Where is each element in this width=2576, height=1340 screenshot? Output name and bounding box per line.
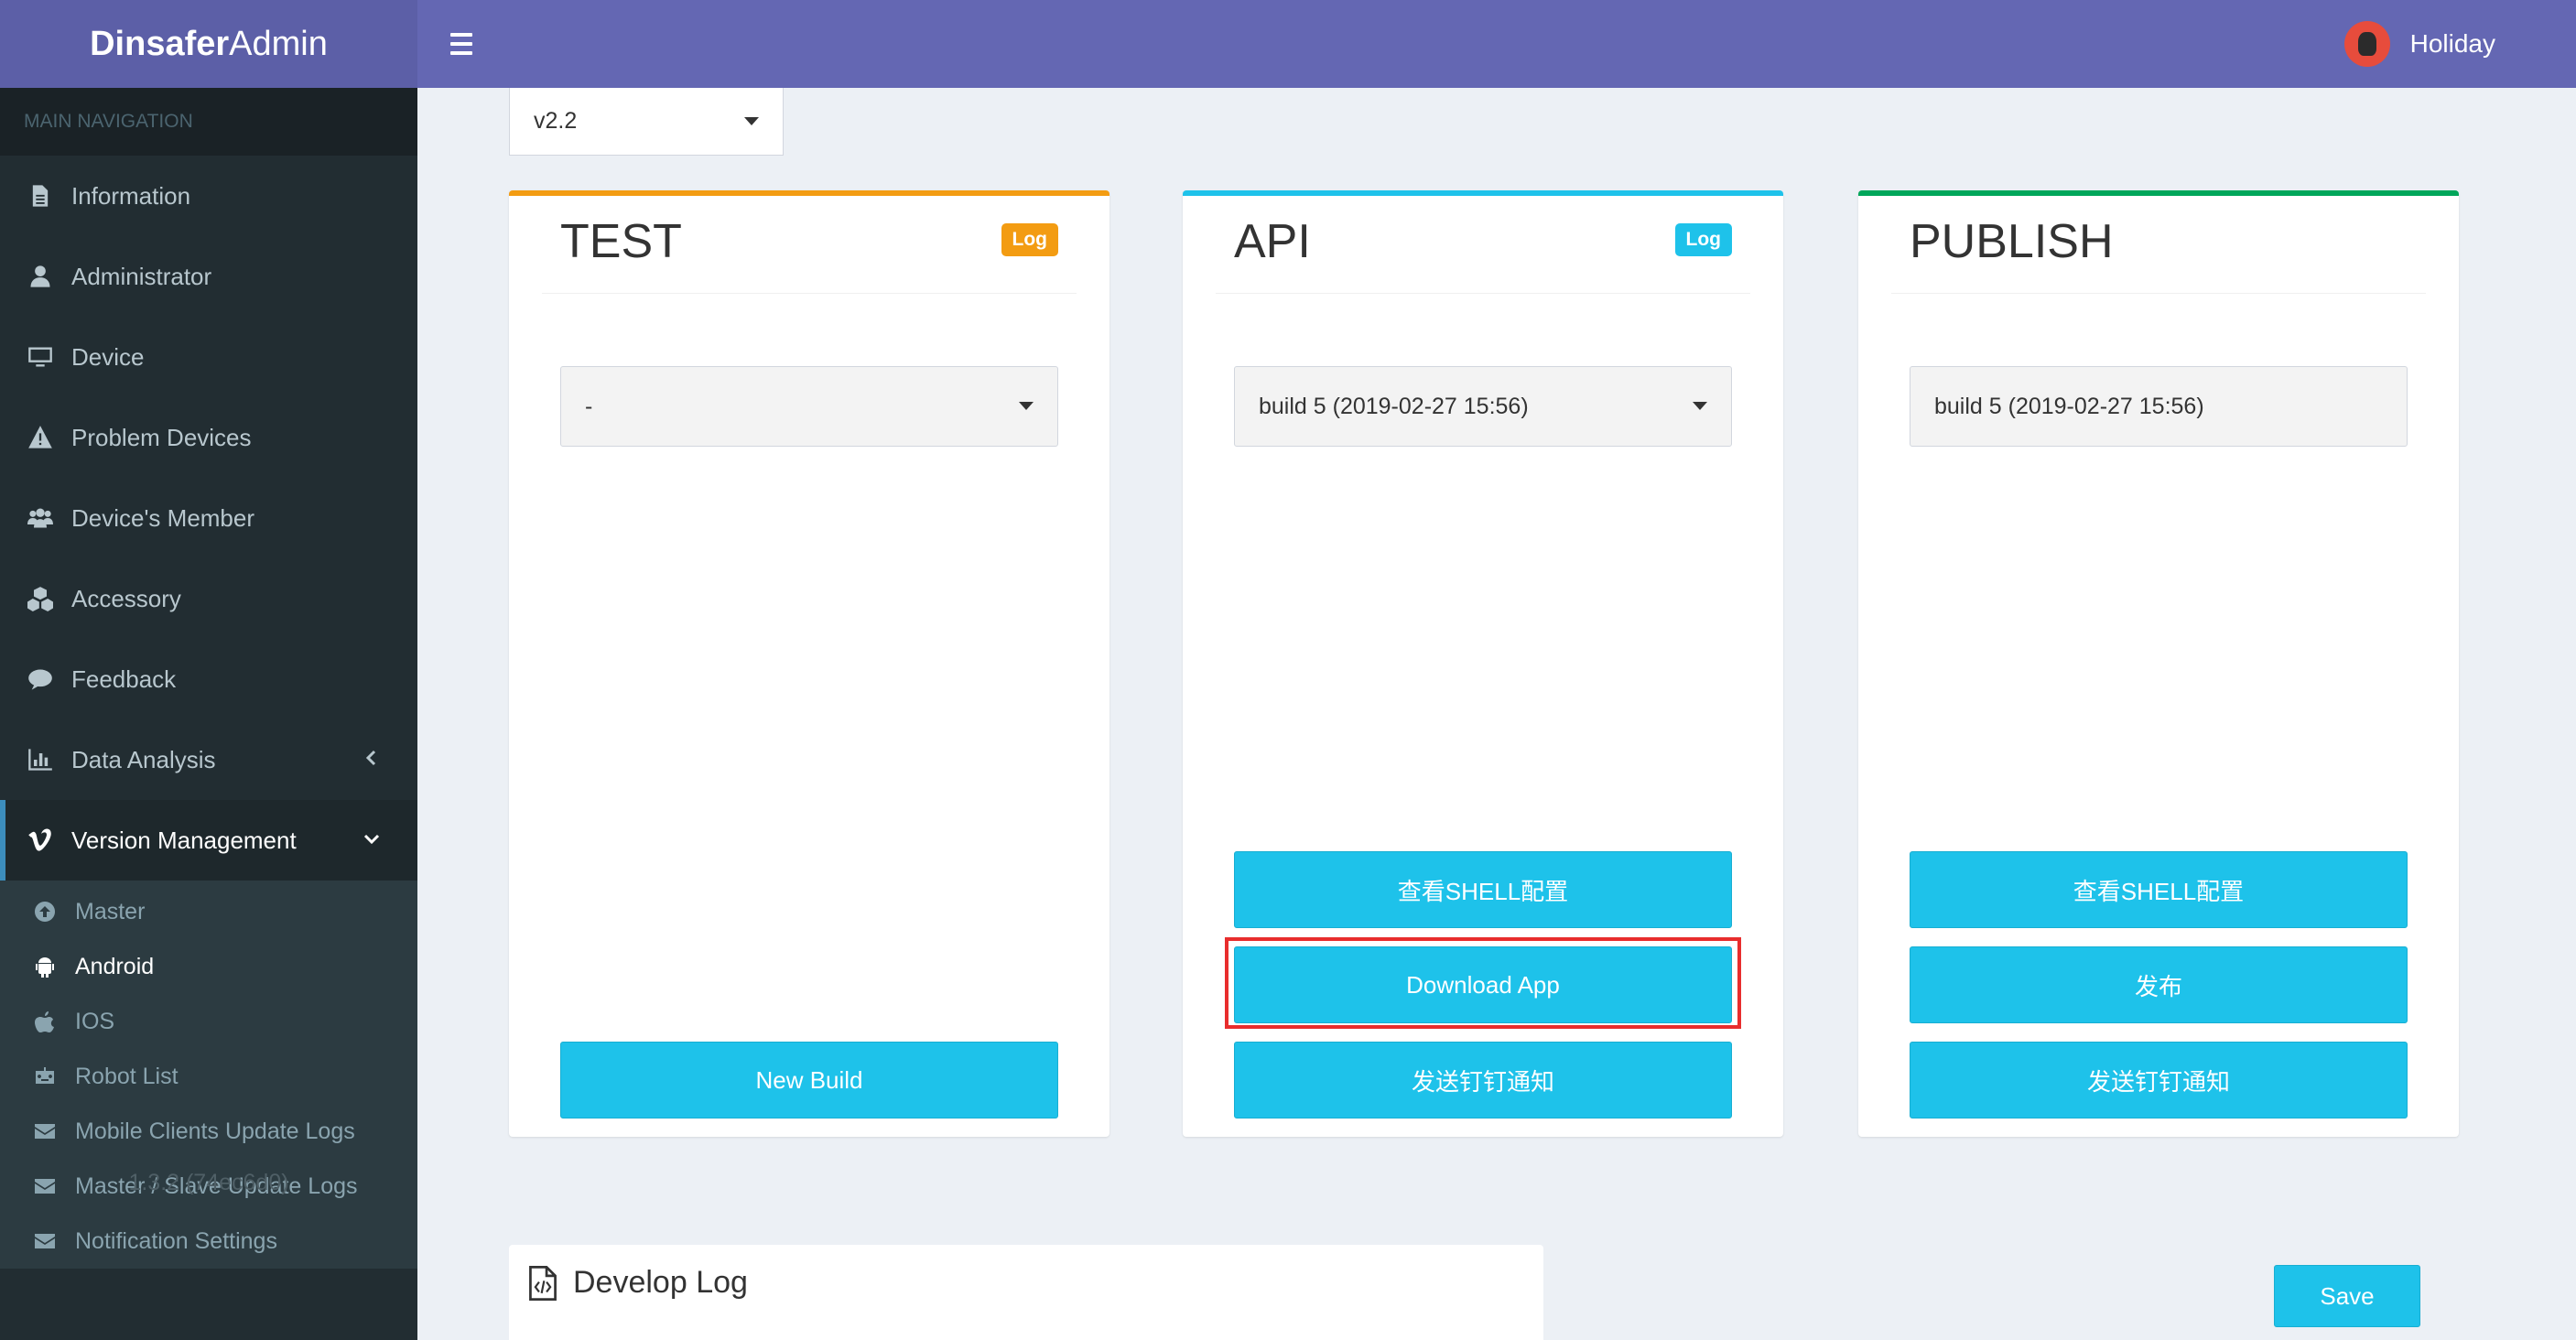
avatar xyxy=(2343,21,2390,67)
develop-log-title: Develop Log xyxy=(573,1265,748,1300)
develop-log-header: Develop Log xyxy=(527,1265,748,1301)
brand-logo[interactable]: Dinsafer Admin xyxy=(0,0,417,88)
sidebar: MAIN NAVIGATION Information Administrato… xyxy=(0,88,417,1340)
user-name: Holiday xyxy=(2409,29,2495,58)
test-log-badge[interactable]: Log xyxy=(1001,223,1058,256)
version-select[interactable]: v2.2 xyxy=(509,88,784,156)
caret-down-icon xyxy=(1693,402,1707,410)
sidebar-item-label: Feedback xyxy=(71,665,177,693)
api-build-select-value: build 5 (2019-02-27 15:56) xyxy=(1259,393,1529,419)
monitor-icon xyxy=(27,344,53,370)
api-build-select[interactable]: build 5 (2019-02-27 15:56) xyxy=(1234,366,1732,447)
caret-down-icon xyxy=(744,117,759,125)
publish-dingtalk-notify-button[interactable]: 发送钉钉通知 xyxy=(1910,1042,2408,1118)
divider xyxy=(1216,293,1750,294)
panel-title: API xyxy=(1234,215,1311,268)
divider xyxy=(1891,293,2426,294)
test-build-select-value: - xyxy=(585,393,593,419)
version-management-submenu: Master Android IOS Robot List Mobile Cli… xyxy=(0,881,417,1269)
app-root: Dinsafer Admin Holiday MAIN NAVIGATION In… xyxy=(0,0,2576,1340)
file-code-icon xyxy=(529,1265,557,1301)
sidebar-item-data-analysis[interactable]: Data Analysis xyxy=(0,719,417,800)
vimeo-icon xyxy=(27,827,53,853)
robot-icon xyxy=(33,1064,57,1088)
new-build-button[interactable]: New Build xyxy=(560,1042,1058,1118)
api-panel: API Log build 5 (2019-02-27 15:56) 查看SHE… xyxy=(1183,190,1783,1137)
publish-shell-config-button[interactable]: 查看SHELL配置 xyxy=(1910,851,2408,928)
test-panel: TEST Log - New Build xyxy=(509,190,1109,1137)
sidebar-subitem-label: Notification Settings xyxy=(75,1227,277,1254)
version-select-value: v2.2 xyxy=(534,108,578,134)
sidebar-toggle-icon[interactable] xyxy=(443,27,480,60)
develop-log-panel: Develop Log xyxy=(509,1245,1543,1340)
file-icon xyxy=(27,183,53,209)
arrow-circle-icon xyxy=(33,900,57,924)
sidebar-item-feedback[interactable]: Feedback xyxy=(0,639,417,719)
sidebar-item-label: Accessory xyxy=(71,584,181,612)
sidebar-subitem-ios[interactable]: IOS xyxy=(0,994,417,1049)
chevron-left-icon xyxy=(361,747,383,769)
caret-down-icon xyxy=(1019,402,1034,410)
sidebar-subitem-label: Master xyxy=(75,898,146,924)
api-dingtalk-notify-button[interactable]: 发送钉钉通知 xyxy=(1234,1042,1732,1118)
api-shell-config-button[interactable]: 查看SHELL配置 xyxy=(1234,851,1732,928)
sidebar-subitem-master[interactable]: Master xyxy=(0,884,417,939)
sidebar-item-label: Version Management xyxy=(71,826,297,854)
warning-icon xyxy=(27,425,53,450)
brand-bold: Dinsafer xyxy=(90,24,230,63)
publish-build-field: build 5 (2019-02-27 15:56) xyxy=(1910,366,2408,447)
publish-panel: PUBLISH build 5 (2019-02-27 15:56) 查看SHE… xyxy=(1858,190,2459,1137)
envelope-icon xyxy=(33,1229,57,1253)
sidebar-subitem-robot-list[interactable]: Robot List xyxy=(0,1049,417,1104)
android-icon xyxy=(33,955,57,978)
chevron-down-icon xyxy=(361,827,383,849)
sidebar-item-information[interactable]: Information xyxy=(0,156,417,236)
sidebar-subitem-android[interactable]: Android xyxy=(0,939,417,994)
envelope-icon xyxy=(33,1119,57,1143)
users-icon xyxy=(27,505,53,531)
sidebar-subitem-mobile-clients-update-logs[interactable]: Mobile Clients Update Logs xyxy=(0,1104,417,1159)
sidebar-item-device[interactable]: Device xyxy=(0,317,417,397)
publish-button[interactable]: 发布 xyxy=(1910,946,2408,1023)
apple-icon xyxy=(33,1010,57,1033)
sidebar-subitem-label: Android xyxy=(75,953,155,979)
cubes-icon xyxy=(27,586,53,611)
sidebar-item-label: Administrator xyxy=(71,262,212,290)
nav-section-header: MAIN NAVIGATION xyxy=(0,88,417,156)
panel-title: TEST xyxy=(560,215,682,268)
api-log-badge[interactable]: Log xyxy=(1674,223,1732,256)
sidebar-item-label: Data Analysis xyxy=(71,745,216,773)
sidebar-item-label: Device xyxy=(71,342,145,371)
top-navbar: Holiday xyxy=(417,0,2576,88)
sidebar-item-problem-devices[interactable]: Problem Devices xyxy=(0,397,417,478)
bar-chart-icon xyxy=(27,747,53,773)
sidebar-item-devices-member[interactable]: Device's Member xyxy=(0,478,417,558)
sidebar-subitem-label: Robot List xyxy=(75,1063,179,1089)
download-app-button[interactable]: Download App xyxy=(1234,946,1732,1023)
sidebar-item-label: Problem Devices xyxy=(71,423,252,451)
brand-light: Admin xyxy=(229,24,328,63)
test-build-select[interactable]: - xyxy=(560,366,1058,447)
divider xyxy=(542,293,1077,294)
sidebar-item-label: Information xyxy=(71,181,191,210)
user-menu[interactable]: Holiday xyxy=(2343,18,2495,70)
app-version: 1.3.2 (74ec6d0) xyxy=(128,1170,289,1195)
user-icon xyxy=(27,264,53,289)
panel-title: PUBLISH xyxy=(1910,215,2114,268)
sidebar-subitem-label: IOS xyxy=(75,1008,115,1034)
publish-build-value: build 5 (2019-02-27 15:56) xyxy=(1934,393,2204,419)
sidebar-item-version-management[interactable]: Version Management xyxy=(0,800,417,881)
comment-icon xyxy=(27,666,53,692)
sidebar-subitem-notification-settings[interactable]: Notification Settings xyxy=(0,1214,417,1269)
save-button[interactable]: Save xyxy=(2274,1265,2420,1327)
sidebar-item-administrator[interactable]: Administrator xyxy=(0,236,417,317)
sidebar-subitem-label: Mobile Clients Update Logs xyxy=(75,1118,355,1144)
sidebar-item-label: Device's Member xyxy=(71,503,255,532)
sidebar-item-accessory[interactable]: Accessory xyxy=(0,558,417,639)
